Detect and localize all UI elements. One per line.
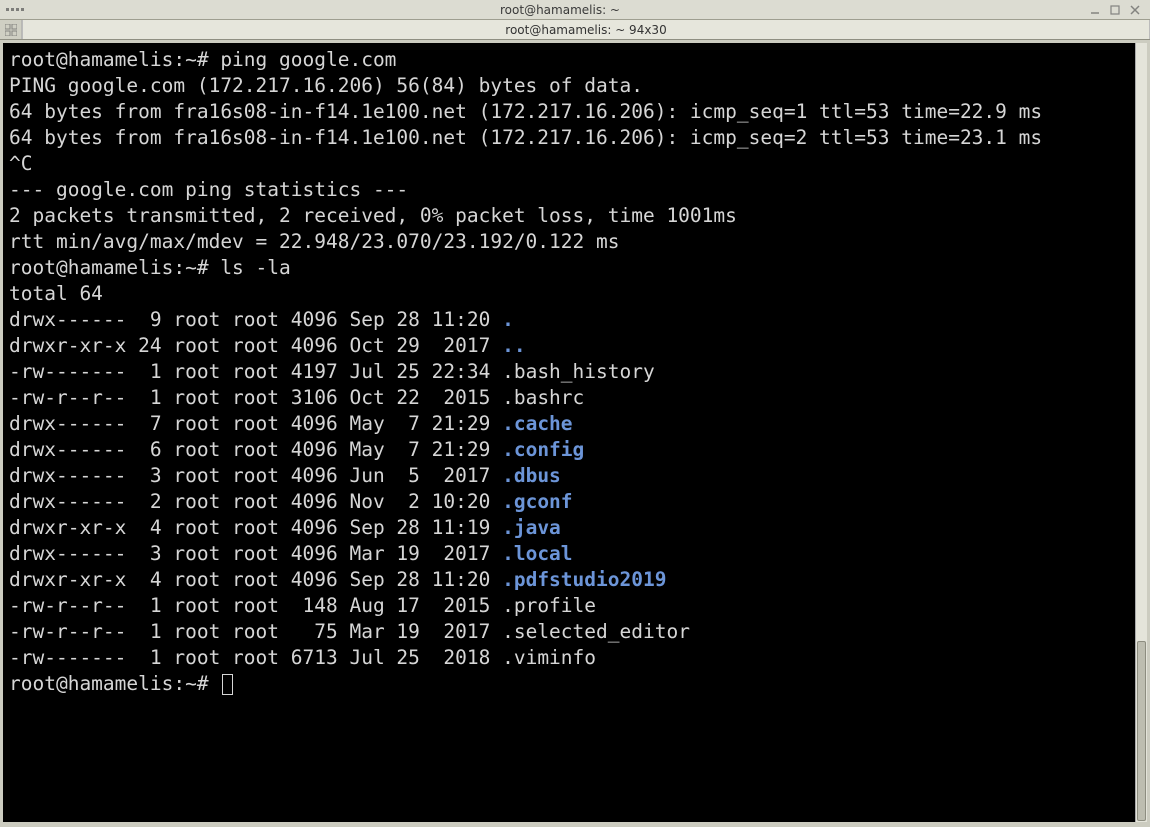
close-icon[interactable] bbox=[1130, 5, 1140, 15]
window-title-bar: root@hamamelis: ~ bbox=[0, 0, 1150, 20]
scrollbar-thumb[interactable] bbox=[1137, 641, 1146, 821]
terminal-output[interactable]: root@hamamelis:~# ping google.comPING go… bbox=[3, 43, 1135, 822]
status-strip bbox=[0, 822, 1150, 827]
scrollbar[interactable] bbox=[1135, 43, 1147, 822]
tab-terminal[interactable]: root@hamamelis: ~ 94x30 bbox=[22, 20, 1150, 39]
maximize-icon[interactable] bbox=[1110, 5, 1120, 15]
app-menu-icon[interactable] bbox=[0, 8, 30, 11]
tab-grid-icon[interactable] bbox=[0, 20, 22, 39]
tab-bar: root@hamamelis: ~ 94x30 bbox=[0, 20, 1150, 40]
minimize-icon[interactable] bbox=[1090, 5, 1100, 15]
window-title: root@hamamelis: ~ bbox=[30, 3, 1090, 17]
tab-label: root@hamamelis: ~ 94x30 bbox=[505, 23, 666, 37]
cursor bbox=[222, 674, 233, 695]
